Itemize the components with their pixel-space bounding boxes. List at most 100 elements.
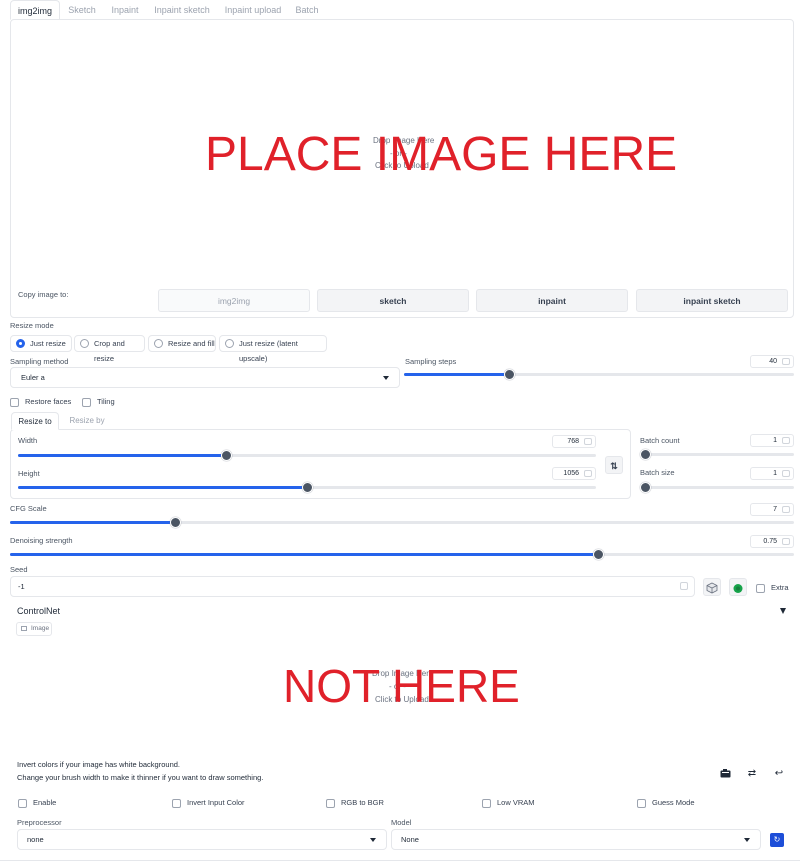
recycle-icon[interactable] — [729, 578, 747, 596]
tab-inpaint[interactable]: Inpaint — [108, 0, 142, 20]
radio-indicator — [154, 339, 163, 348]
controlnet-image-tab[interactable]: Image — [16, 622, 52, 636]
slider-thumb[interactable] — [504, 369, 516, 380]
enable-checkbox[interactable]: Enable — [18, 798, 56, 808]
copy-to-sketch-button[interactable]: sketch — [317, 289, 469, 312]
controlnet-hint-brush: Change your brush width to make it thinn… — [17, 773, 264, 782]
sampling-steps-slider[interactable] — [404, 369, 794, 380]
cfg-scale-label: CFG Scale — [10, 504, 47, 513]
invert-input-color-label: Invert Input Color — [187, 798, 245, 807]
slider-fill — [18, 486, 307, 489]
refresh-models-icon[interactable]: ↻ — [770, 833, 784, 847]
radio-label: Resize and fill — [168, 339, 215, 348]
swap-horizontal-icon[interactable]: ⇄ — [743, 765, 761, 783]
tab-resize-by[interactable]: Resize by — [66, 412, 108, 430]
radio-crop-and-resize[interactable]: Crop and resize — [74, 335, 145, 363]
sampling-steps-label: Sampling steps — [405, 357, 457, 366]
slider-thumb[interactable] — [640, 482, 651, 493]
sampling-steps-input[interactable]: 40 — [750, 355, 794, 368]
denoising-strength-slider[interactable] — [10, 549, 794, 560]
slider-thumb[interactable] — [593, 549, 604, 560]
tab-inpaint-upload[interactable]: Inpaint upload — [222, 0, 284, 20]
extra-checkbox[interactable]: Extra — [756, 583, 789, 593]
collapse-triangle-icon[interactable] — [780, 608, 786, 614]
place-image-here-overlay: PLACE IMAGE HERE — [205, 128, 678, 181]
rotate-icon[interactable]: ↩ — [770, 765, 788, 783]
cfg-scale-slider[interactable] — [10, 517, 794, 528]
width-value: 768 — [567, 438, 579, 445]
batch-count-slider[interactable] — [640, 449, 794, 460]
tab-resize-to[interactable]: Resize to — [11, 412, 59, 430]
sampling-method-select[interactable]: Euler a — [10, 367, 400, 388]
height-label: Height — [18, 469, 40, 478]
guess-mode-checkbox[interactable]: Guess Mode — [637, 798, 695, 808]
low-vram-checkbox[interactable]: Low VRAM — [482, 798, 535, 808]
radio-just-resize[interactable]: Just resize — [10, 335, 72, 352]
tiling-checkbox[interactable]: Tiling — [82, 397, 115, 407]
tab-batch[interactable]: Batch — [292, 0, 322, 20]
height-slider[interactable] — [18, 482, 596, 493]
radio-just-resize-latent[interactable]: Just resize (latent upscale) — [219, 335, 327, 363]
radio-label: Just resize — [30, 339, 66, 348]
copy-to-inpaint-button[interactable]: inpaint — [476, 289, 628, 312]
width-slider[interactable] — [18, 450, 596, 461]
chevron-down-icon — [744, 837, 750, 842]
cfg-scale-input[interactable]: 7 — [750, 503, 794, 516]
model-select[interactable]: None — [391, 829, 761, 850]
copy-image-label: Copy image to: — [18, 290, 69, 299]
width-input[interactable]: 768 — [552, 435, 596, 448]
copy-to-img2img-button[interactable]: img2img — [158, 289, 310, 312]
slider-thumb[interactable] — [169, 517, 181, 528]
img2img-tab-bar: img2img Sketch Inpaint Inpaint sketch In… — [10, 0, 794, 20]
model-label: Model — [391, 818, 412, 827]
sampling-method-value: Euler a — [21, 373, 45, 382]
seed-value: -1 — [18, 582, 25, 591]
radio-label: Crop and resize — [94, 339, 125, 363]
resize-mode-label: Resize mode — [10, 321, 54, 330]
spinner-icon — [782, 437, 790, 444]
slider-thumb[interactable] — [221, 450, 233, 461]
radio-indicator — [80, 339, 89, 348]
radio-resize-and-fill[interactable]: Resize and fill — [148, 335, 216, 352]
tab-inpaint-sketch[interactable]: Inpaint sketch — [152, 0, 212, 20]
chevron-down-icon — [370, 837, 376, 842]
restore-faces-checkbox[interactable]: Restore faces — [10, 397, 71, 407]
seed-input[interactable]: -1 — [10, 576, 695, 597]
invert-input-color-checkbox[interactable]: Invert Input Color — [172, 798, 245, 808]
radio-indicator — [225, 339, 234, 348]
sampling-method-label: Sampling method — [10, 357, 69, 366]
rgb-to-bgr-checkbox[interactable]: RGB to BGR — [326, 798, 384, 808]
seed-label: Seed — [10, 565, 28, 574]
denoising-strength-value: 0.75 — [763, 538, 777, 545]
batch-size-slider[interactable] — [640, 482, 794, 493]
denoising-strength-input[interactable]: 0.75 — [750, 535, 794, 548]
checkbox-box — [482, 798, 491, 808]
swap-vertical-icon[interactable]: ⇅ — [605, 456, 623, 474]
chevron-down-icon — [383, 375, 389, 380]
checkbox-box — [172, 798, 181, 808]
low-vram-label: Low VRAM — [497, 798, 535, 807]
slider-fill — [10, 553, 598, 556]
width-label: Width — [18, 436, 38, 445]
slider-thumb[interactable] — [640, 449, 651, 460]
denoising-strength-label: Denoising strength — [10, 536, 73, 545]
restore-faces-label: Restore faces — [25, 397, 72, 406]
height-input[interactable]: 1056 — [552, 467, 596, 480]
radio-selected-indicator — [16, 339, 25, 348]
batch-size-input[interactable]: 1 — [750, 467, 794, 480]
checkbox-box — [326, 798, 335, 808]
camera-icon[interactable] — [716, 765, 734, 783]
dice-glyph — [706, 582, 718, 594]
tab-sketch[interactable]: Sketch — [64, 0, 100, 20]
preprocessor-label: Preprocessor — [17, 818, 62, 827]
batch-count-input[interactable]: 1 — [750, 434, 794, 447]
tab-img2img[interactable]: img2img — [10, 0, 60, 20]
slider-thumb[interactable] — [302, 482, 313, 493]
preprocessor-select[interactable]: none — [17, 829, 387, 850]
copy-to-inpaint-sketch-button[interactable]: inpaint sketch — [636, 289, 788, 312]
slider-fill — [10, 521, 175, 524]
slider-fill — [404, 373, 510, 376]
checkbox-box — [82, 397, 91, 407]
checkbox-box — [637, 798, 646, 808]
dice-icon[interactable] — [703, 578, 721, 596]
